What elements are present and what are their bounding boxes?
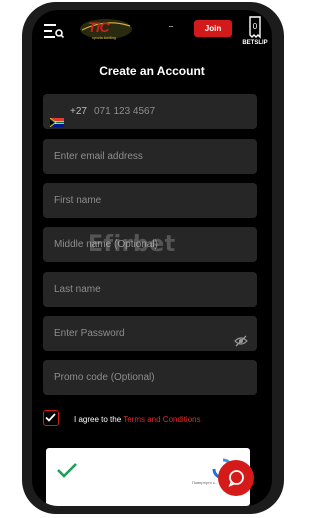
captcha-brand-text: Повернуто к... — [192, 480, 219, 485]
betslip-count: 0 — [253, 22, 258, 31]
terms-link[interactable]: Terms and Conditions — [123, 415, 200, 424]
betslip-button[interactable]: 0 BETSLIP — [240, 14, 270, 46]
menu-search-icon[interactable] — [44, 24, 65, 39]
captcha-checkmark-icon — [56, 462, 78, 478]
header-divider — [169, 26, 173, 27]
email-placeholder: Enter email address — [54, 151, 143, 162]
app-screen: TIC sports betting Join 0 BETSLIP Create… — [32, 10, 272, 506]
phone-input[interactable]: 071 123 4567 — [94, 94, 155, 129]
promo-placeholder: Promo code (Optional) — [54, 372, 155, 383]
phone-field[interactable]: +27 071 123 4567 — [43, 94, 257, 129]
logo-text: TIC — [88, 19, 110, 35]
agree-text: I agree to the — [74, 415, 124, 424]
watermark: Efirbet — [88, 232, 176, 257]
first-name-field[interactable]: First name — [43, 183, 257, 218]
chat-icon — [228, 470, 244, 487]
logo-subtitle: sports betting — [92, 35, 117, 40]
join-button[interactable]: Join — [194, 20, 232, 37]
country-code[interactable]: +27 — [70, 94, 87, 129]
last-name-placeholder: Last name — [54, 284, 101, 295]
betslip-icon: 0 — [249, 16, 261, 39]
site-logo[interactable]: TIC sports betting — [78, 16, 134, 42]
email-field[interactable]: Enter email address — [43, 139, 257, 174]
sa-flag-icon — [49, 107, 64, 128]
betslip-label: BETSLIP — [242, 40, 268, 46]
terms-checkbox[interactable] — [43, 410, 59, 426]
last-name-field[interactable]: Last name — [43, 272, 257, 307]
password-field[interactable]: Enter Password — [43, 316, 257, 351]
promo-code-field[interactable]: Promo code (Optional) — [43, 360, 257, 395]
terms-agreement: I agree to the Terms and Conditions — [74, 415, 201, 424]
page-title: Create an Account — [99, 64, 205, 78]
first-name-placeholder: First name — [54, 195, 102, 206]
checkmark-icon — [45, 413, 56, 422]
chat-button[interactable] — [218, 460, 254, 496]
password-placeholder: Enter Password — [54, 328, 125, 339]
eye-slash-icon[interactable] — [234, 327, 248, 347]
top-bar: TIC sports betting Join 0 BETSLIP — [32, 10, 272, 50]
